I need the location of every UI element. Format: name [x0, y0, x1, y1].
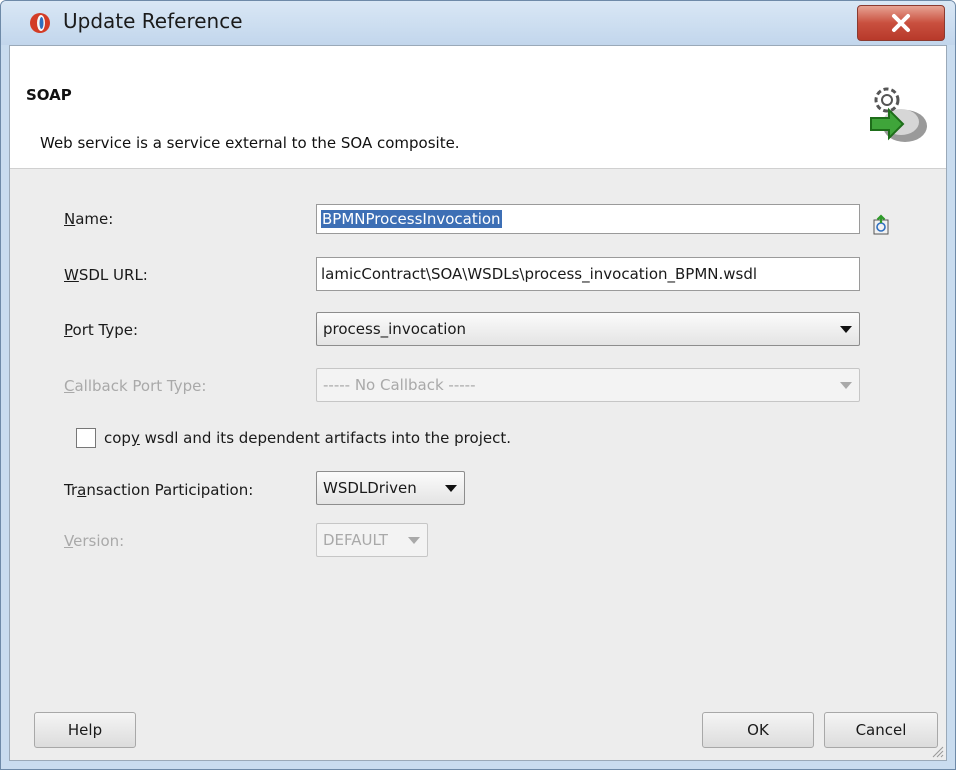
find-wsdl-browse-icon[interactable]	[870, 213, 894, 237]
window-title: Update Reference	[63, 9, 243, 33]
transaction-label-text: nsaction Participation:	[86, 481, 254, 499]
wsdl-url-value: lamicContract\SOA\WSDLs\process_invocati…	[321, 265, 758, 283]
transaction-participation-select[interactable]: WSDLDriven	[316, 471, 465, 505]
transaction-label-pre: Tr	[64, 481, 78, 499]
header-description: Web service is a service external to the…	[40, 134, 460, 152]
transaction-participation-value: WSDLDriven	[323, 479, 417, 497]
callback-port-type-select: ----- No Callback -----	[316, 368, 860, 402]
port-type-label-text: ort Type:	[72, 321, 139, 339]
copy-wsdl-label-pre: cop	[104, 429, 131, 447]
version-label-text: ersion:	[73, 532, 125, 550]
chevron-down-icon	[840, 382, 852, 389]
cancel-button[interactable]: Cancel	[824, 712, 938, 748]
dialog-header: SOAP Web service is a service external t…	[10, 46, 946, 169]
wsdl-url-label-text: SDL URL:	[78, 266, 148, 284]
name-input-value: BPMNProcessInvocation	[321, 210, 502, 228]
port-type-mnemonic: P	[64, 321, 73, 339]
close-button[interactable]	[857, 5, 945, 41]
name-label-text: ame:	[75, 210, 114, 228]
copy-wsdl-mnemonic: y	[130, 429, 140, 447]
port-type-select[interactable]: process_invocation	[316, 312, 860, 346]
copy-wsdl-label-text: wsdl and its dependent artifacts into th…	[139, 429, 511, 447]
version-select: DEFAULT	[316, 523, 428, 557]
version-mnemonic: V	[64, 532, 74, 550]
callback-port-type-mnemonic: C	[64, 377, 75, 395]
name-input[interactable]: BPMNProcessInvocation	[316, 204, 860, 234]
name-label: Name:	[64, 210, 113, 228]
wsdl-url-input[interactable]: lamicContract\SOA\WSDLs\process_invocati…	[316, 257, 860, 291]
ok-button[interactable]: OK	[702, 712, 814, 748]
callback-port-type-label: Callback Port Type:	[64, 377, 206, 395]
oracle-app-icon	[30, 13, 50, 33]
update-reference-dialog: Update Reference SOAP Web service is a s…	[0, 0, 956, 770]
transaction-participation-label: Transaction Participation:	[64, 481, 253, 499]
version-label: Version:	[64, 532, 124, 550]
help-button[interactable]: Help	[34, 712, 136, 748]
callback-port-type-label-text: allback Port Type:	[74, 377, 207, 395]
chevron-down-icon	[840, 326, 852, 333]
port-type-value: process_invocation	[323, 320, 467, 338]
wsdl-url-mnemonic: W	[64, 266, 79, 284]
chevron-down-icon	[445, 485, 457, 492]
title-bar[interactable]: Update Reference	[1, 1, 955, 45]
dialog-body: SOAP Web service is a service external t…	[9, 45, 947, 761]
copy-wsdl-label[interactable]: copy wsdl and its dependent artifacts in…	[104, 429, 511, 447]
resize-grip-icon[interactable]	[930, 744, 944, 758]
transaction-mnemonic: a	[77, 481, 87, 499]
close-icon	[892, 14, 910, 32]
copy-wsdl-checkbox[interactable]	[76, 428, 96, 448]
callback-port-type-value: ----- No Callback -----	[323, 376, 476, 394]
name-mnemonic: N	[64, 210, 76, 228]
chevron-down-icon	[408, 537, 420, 544]
web-service-gear-icon	[870, 87, 927, 142]
wsdl-url-label: WSDL URL:	[64, 266, 148, 284]
header-title: SOAP	[26, 86, 72, 104]
port-type-label: Port Type:	[64, 321, 138, 339]
version-value: DEFAULT	[323, 531, 388, 549]
